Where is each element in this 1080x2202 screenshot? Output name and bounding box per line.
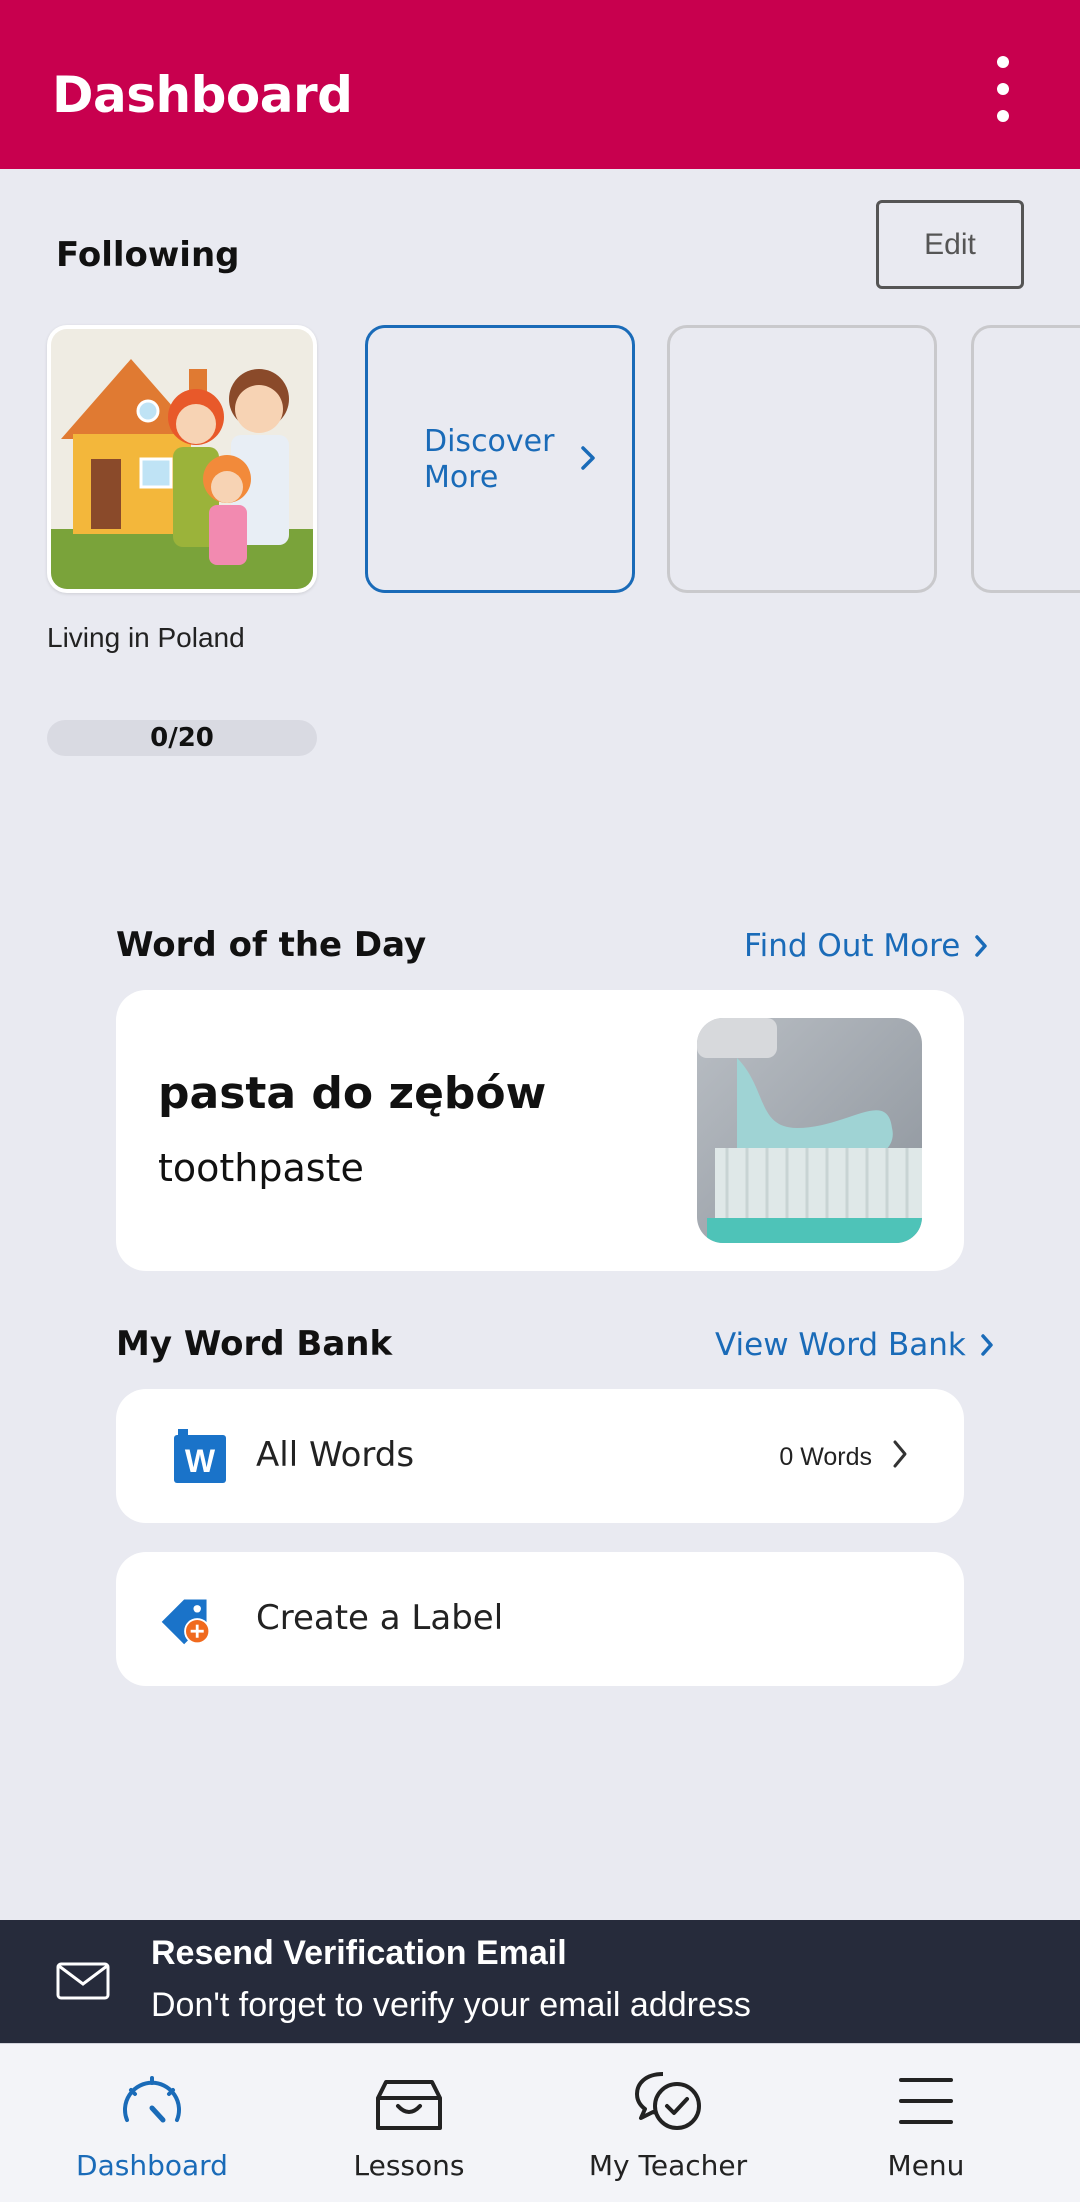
tab-label: Dashboard — [76, 2149, 228, 2182]
banner-title: Resend Verification Email — [151, 1934, 567, 1972]
overflow-menu-icon[interactable] — [985, 52, 1021, 126]
course-illustration — [51, 329, 313, 589]
find-out-more-label: Find Out More — [744, 928, 961, 964]
wotd-translation: toothpaste — [158, 1146, 364, 1190]
mail-icon — [56, 1962, 110, 2000]
banner-subtitle: Don't forget to verify your email addres… — [151, 1986, 751, 2024]
page-title: Dashboard — [52, 66, 353, 124]
tab-dashboard[interactable]: Dashboard — [17, 2044, 287, 2202]
gauge-icon — [123, 2076, 181, 2123]
add-tag-icon — [161, 1599, 211, 1645]
tab-label: Menu — [887, 2149, 965, 2182]
tab-lessons[interactable]: Lessons — [274, 2044, 544, 2202]
view-word-bank-link[interactable]: View Word Bank — [715, 1327, 994, 1363]
all-words-row[interactable]: W All Words 0 Words — [116, 1389, 964, 1523]
wotd-word: pasta do zębów — [158, 1068, 547, 1119]
empty-course-slot — [667, 325, 937, 593]
word-of-the-day-heading: Word of the Day — [116, 925, 427, 965]
inbox-box-icon — [376, 2080, 442, 2130]
bottom-tab-bar: Dashboard Lessons My Teacher Menu — [0, 2043, 1080, 2202]
wotd-image — [697, 1018, 922, 1243]
tab-label: My Teacher — [588, 2149, 748, 2182]
chat-bubbles-icon — [635, 2072, 701, 2130]
hamburger-icon — [899, 2078, 953, 2124]
find-out-more-link[interactable]: Find Out More — [744, 928, 988, 964]
chevron-right-icon — [981, 1334, 993, 1356]
tab-menu[interactable]: Menu — [791, 2044, 1061, 2202]
all-words-count: 0 Words — [779, 1443, 872, 1471]
course-card[interactable] — [47, 325, 317, 593]
edit-button[interactable]: Edit — [876, 200, 1024, 289]
course-name: Living in Poland — [47, 622, 245, 653]
empty-course-slot — [971, 325, 1080, 593]
tab-label: Lessons — [353, 2149, 465, 2182]
following-heading: Following — [56, 235, 240, 275]
app-header: Dashboard — [0, 0, 1080, 169]
all-words-label: All Words — [256, 1435, 415, 1475]
word-bank-heading: My Word Bank — [116, 1324, 393, 1364]
chevron-right-icon — [893, 1440, 907, 1468]
discover-more-card[interactable]: Discover More — [365, 325, 635, 593]
word-book-icon: W — [174, 1429, 226, 1483]
discover-more-label: Discover More — [424, 424, 555, 495]
verification-banner[interactable]: Resend Verification Email Don't forget t… — [0, 1920, 1080, 2043]
course-progress: 0/20 — [47, 720, 317, 756]
chevron-right-icon — [975, 935, 988, 957]
chevron-right-icon — [581, 446, 595, 470]
word-of-the-day-card[interactable]: pasta do zębów toothpaste — [116, 990, 964, 1271]
create-label-label: Create a Label — [256, 1598, 504, 1638]
view-word-bank-label: View Word Bank — [715, 1327, 966, 1363]
create-label-row[interactable]: Create a Label — [116, 1552, 964, 1686]
tab-my-teacher[interactable]: My Teacher — [533, 2044, 803, 2202]
svg-text:W: W — [185, 1443, 216, 1479]
